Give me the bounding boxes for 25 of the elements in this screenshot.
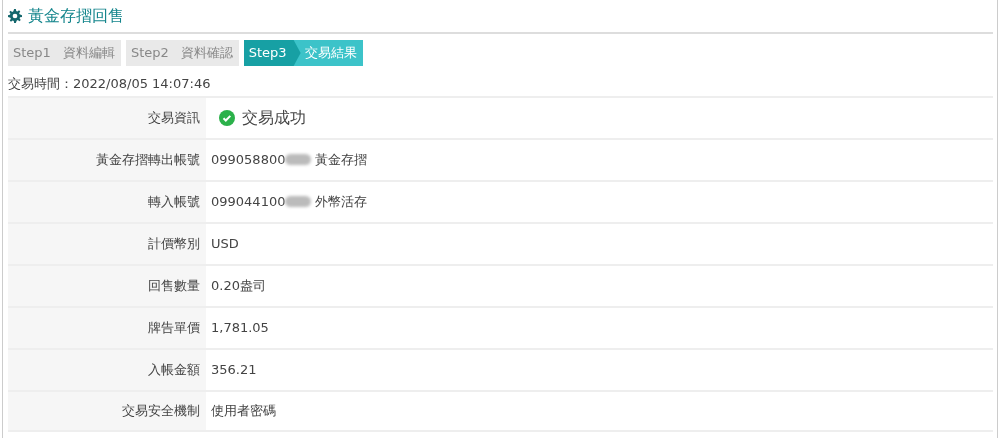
row-label: 交易安全機制: [8, 391, 206, 430]
status-text: 交易成功: [242, 106, 306, 129]
row-label: 入帳金額: [8, 349, 206, 390]
row-label: 黃金存摺轉出帳號: [8, 139, 206, 180]
step-tab[interactable]: Step1 資料編輯: [8, 40, 121, 66]
row-value: 使用者密碼: [211, 401, 276, 420]
account-number: 099044100: [211, 192, 286, 211]
row-value: 0.20盎司: [211, 276, 266, 295]
account-number: 099058800: [211, 150, 286, 169]
row-label: 計價幣別: [8, 223, 206, 264]
step-tab[interactable]: Step3 交易結果: [243, 40, 363, 66]
row-value: 356.21: [211, 360, 257, 379]
row-label: 交易資訊: [8, 97, 206, 138]
step-tab[interactable]: Step2 資料確認: [125, 40, 239, 66]
check-icon: [219, 109, 235, 126]
row-value: 1,781.05: [211, 318, 269, 337]
row-label: 牌告單價: [8, 307, 206, 348]
transaction-time: 交易時間：2022/08/05 14:07:46: [8, 75, 212, 93]
row-value: USD: [211, 234, 239, 253]
account-type: 外幣活存: [315, 192, 368, 211]
account-type: 黃金存摺: [315, 150, 368, 169]
row-label: 回售數量: [8, 265, 206, 306]
row-label: 轉入帳號: [8, 181, 206, 222]
page-title: 黃金存摺回售: [28, 6, 124, 26]
gear-icon: [8, 9, 22, 23]
